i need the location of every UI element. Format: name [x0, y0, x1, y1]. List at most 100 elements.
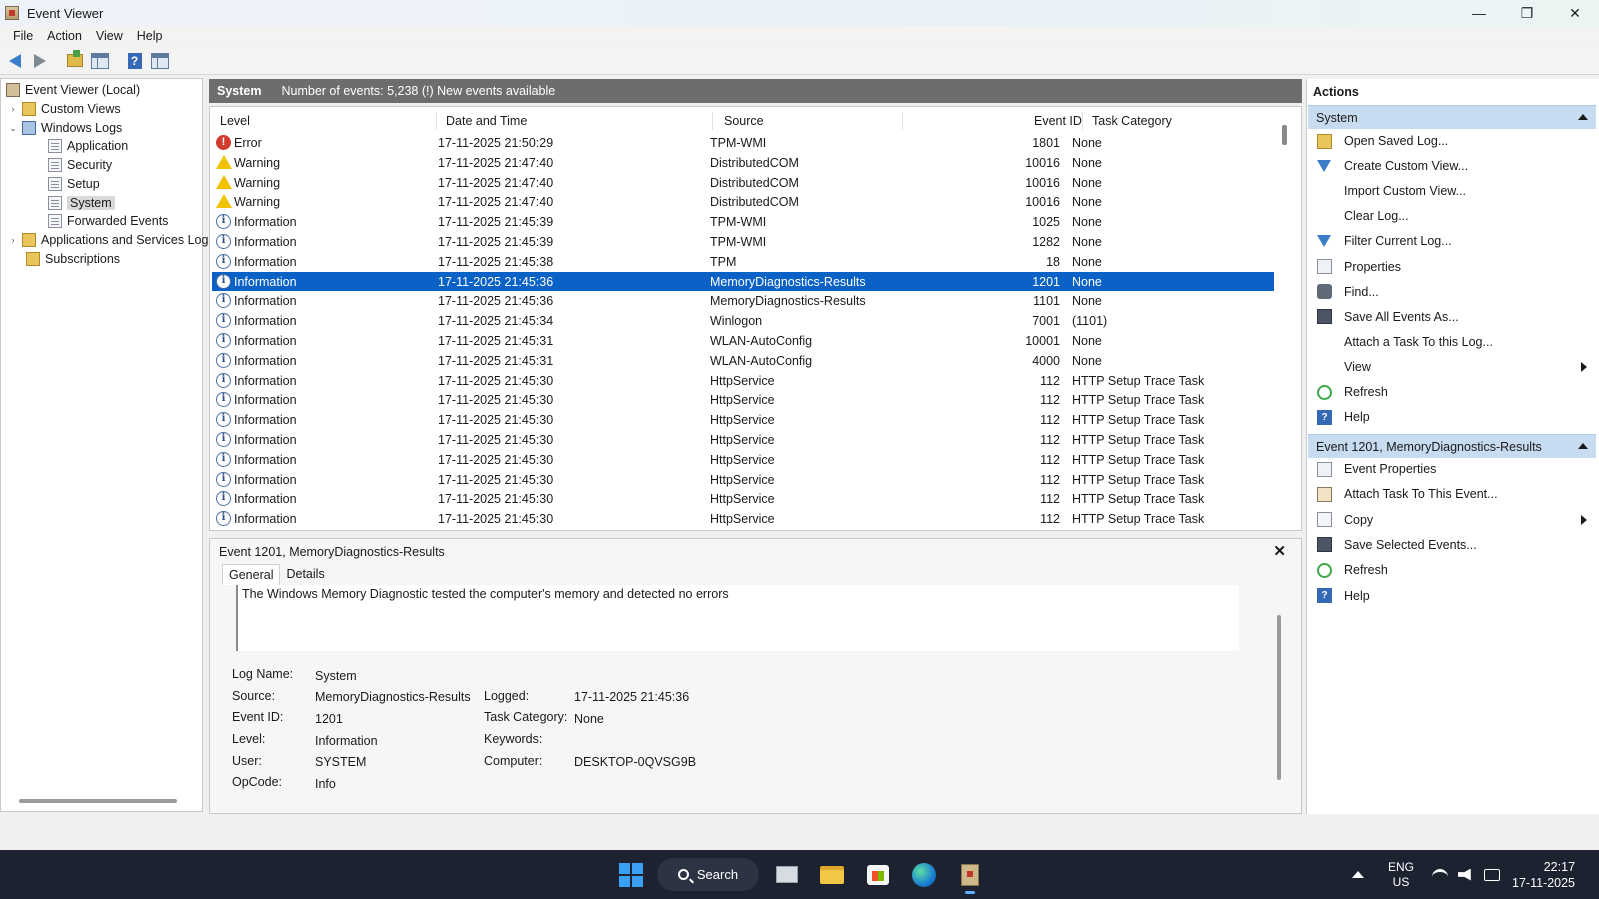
event-row[interactable]: i Information 17-11-2025 21:45:30 HttpServi… [212, 489, 1274, 509]
tree-item-forwarded-events[interactable]: Forwarded Events [44, 212, 168, 230]
action-view[interactable]: View [1317, 357, 1597, 377]
menu-view[interactable]: View [89, 29, 130, 43]
tab-general[interactable]: General [222, 564, 281, 585]
language-indicator[interactable]: ENG US [1388, 850, 1414, 899]
menu-help[interactable]: Help [130, 29, 170, 43]
column-header-task-category[interactable]: Task Category [1092, 114, 1172, 128]
event-row[interactable]: i Information 17-11-2025 21:45:31 WLAN-Auto… [212, 331, 1274, 351]
event-row[interactable]: i Information 17-11-2025 21:45:36 MemoryDia… [212, 291, 1274, 311]
tree-item-system[interactable]: System [44, 194, 115, 212]
tree-item-custom-views[interactable]: › Custom Views [8, 100, 121, 118]
forward-button[interactable] [29, 50, 50, 71]
clock[interactable]: 22:17 17-11-2025 [1512, 850, 1575, 899]
action-find[interactable]: Find... [1317, 282, 1597, 302]
event-row[interactable]: Warning 17-11-2025 21:47:40 DistributedCOM… [212, 153, 1274, 173]
column-header-datetime[interactable]: Date and Time [446, 114, 527, 128]
tree-item-security[interactable]: Security [44, 156, 112, 174]
event-task-category: HTTP Setup Trace Task [1072, 452, 1205, 467]
action-filter-current-log[interactable]: Filter Current Log... [1317, 231, 1597, 251]
actions-section-system[interactable]: System [1308, 105, 1596, 129]
collapse-caret-icon[interactable] [1578, 114, 1588, 120]
detail-vertical-scrollbar[interactable] [1277, 615, 1281, 780]
tree-item-setup[interactable]: Setup [44, 175, 100, 193]
action-refresh[interactable]: Refresh [1317, 560, 1597, 580]
back-button[interactable] [4, 50, 25, 71]
event-row[interactable]: i Information 17-11-2025 21:45:30 HttpServi… [212, 390, 1274, 410]
action-save-all-events-as[interactable]: Save All Events As... [1317, 307, 1597, 327]
restore-button[interactable]: ❐ [1503, 0, 1551, 26]
event-datetime: 17-11-2025 21:45:38 [438, 254, 554, 269]
close-detail-icon[interactable]: ✕ [1273, 542, 1286, 560]
event-row[interactable]: ! Error 17-11-2025 21:50:29 TPM-WMI 1801 None [212, 133, 1274, 153]
event-row[interactable]: i Information 17-11-2025 21:45:34 Winlogon 7… [212, 311, 1274, 331]
value-opcode: Info [315, 777, 336, 791]
event-row[interactable]: i Information 17-11-2025 21:45:30 HttpServi… [212, 509, 1274, 529]
store-button[interactable] [861, 858, 895, 891]
event-viewer-taskbar-button[interactable] [953, 858, 987, 894]
show-hide-action-pane-button[interactable] [149, 50, 170, 71]
event-row[interactable]: i Information 17-11-2025 21:45:30 HttpServi… [212, 371, 1274, 391]
tree-item-subscriptions[interactable]: Subscriptions [22, 250, 120, 268]
event-row[interactable]: Warning 17-11-2025 21:47:40 DistributedCOM… [212, 192, 1274, 212]
collapse-chevron-icon[interactable]: ⌄ [8, 123, 18, 134]
event-id: 18 [1046, 254, 1060, 269]
tab-details[interactable]: Details [280, 564, 330, 585]
close-button[interactable]: ✕ [1551, 0, 1599, 26]
event-row[interactable]: i Information 17-11-2025 21:45:31 WLAN-Auto… [212, 351, 1274, 371]
menu-file[interactable]: File [6, 29, 40, 43]
column-header-level[interactable]: Level [220, 114, 250, 128]
action-refresh[interactable]: Refresh [1317, 382, 1597, 402]
start-button[interactable] [617, 858, 645, 891]
tree-item-root[interactable]: Event Viewer (Local) [6, 81, 140, 99]
column-header-event-id[interactable]: Event ID [1034, 114, 1082, 128]
task-view-button[interactable] [770, 858, 804, 891]
tree-item-apps-services[interactable]: › Applications and Services Log [8, 231, 208, 249]
show-hide-tree-button[interactable] [89, 50, 110, 71]
system-tray-icons[interactable] [1427, 850, 1505, 899]
action-create-custom-view[interactable]: Create Custom View... [1317, 156, 1597, 176]
action-import-custom-view[interactable]: Import Custom View... [1317, 181, 1597, 201]
event-row[interactable]: Warning 17-11-2025 21:47:40 DistributedCOM… [212, 173, 1274, 193]
expand-chevron-icon[interactable]: › [8, 235, 18, 245]
action-save-selected-events[interactable]: Save Selected Events... [1317, 535, 1597, 555]
event-row[interactable]: i Information 17-11-2025 21:45:30 HttpServi… [212, 410, 1274, 430]
column-header-source[interactable]: Source [724, 114, 764, 128]
event-row[interactable]: i Information 17-11-2025 21:45:30 HttpServi… [212, 450, 1274, 470]
folder-icon [22, 102, 36, 116]
grid-vertical-scrollbar[interactable] [1282, 125, 1287, 145]
event-row[interactable]: i Information 17-11-2025 21:45:38 TPM 18 None [212, 252, 1274, 272]
value-user: SYSTEM [315, 755, 367, 769]
tree-item-windows-logs[interactable]: ⌄ Windows Logs [8, 119, 122, 137]
action-help[interactable]: ? Help [1317, 586, 1597, 606]
action-clear-log[interactable]: Clear Log... [1317, 206, 1597, 226]
tree-item-application[interactable]: Application [44, 137, 128, 155]
show-hidden-icons-button[interactable] [1352, 850, 1364, 899]
blank-icon [1317, 209, 1332, 224]
event-row[interactable]: i Information 17-11-2025 21:45:39 TPM-WMI 10… [212, 212, 1274, 232]
menu-action[interactable]: Action [40, 29, 89, 43]
action-open-saved-log[interactable]: Open Saved Log... [1317, 131, 1597, 151]
tree-horizontal-scrollbar[interactable] [19, 799, 177, 803]
minimize-button[interactable]: — [1455, 0, 1503, 26]
chevron-up-icon [1352, 871, 1364, 878]
action-properties[interactable]: Properties [1317, 257, 1597, 277]
event-row[interactable]: i Information 17-11-2025 21:45:30 HttpServi… [212, 430, 1274, 450]
action-event-properties[interactable]: Event Properties [1317, 459, 1597, 479]
up-folder-button[interactable] [64, 50, 85, 71]
action-attach-task-to-this-event[interactable]: Attach Task To This Event... [1317, 484, 1597, 504]
help-toolbar-button[interactable]: ? [124, 50, 145, 71]
action-copy[interactable]: Copy [1317, 510, 1597, 530]
event-row[interactable]: i Information 17-11-2025 21:45:39 TPM-WMI 12… [212, 232, 1274, 252]
taskbar-search[interactable]: Search [657, 858, 759, 891]
event-row[interactable]: i Information 17-11-2025 21:45:30 HttpServi… [212, 470, 1274, 490]
collapse-caret-icon[interactable] [1578, 443, 1588, 449]
edge-button[interactable] [907, 858, 941, 891]
actions-section-event[interactable]: Event 1201, MemoryDiagnostics-Results [1308, 434, 1596, 458]
action-help[interactable]: ? Help [1317, 407, 1597, 427]
event-level: Information [234, 274, 297, 289]
action-attach-a-task-to-this-log[interactable]: Attach a Task To this Log... [1317, 332, 1597, 352]
event-row[interactable]: i Information 17-11-2025 21:45:36 MemoryDia… [212, 271, 1274, 292]
file-explorer-button[interactable] [815, 858, 849, 891]
expand-chevron-icon[interactable]: › [8, 104, 18, 114]
event-source: TPM-WMI [710, 235, 767, 249]
